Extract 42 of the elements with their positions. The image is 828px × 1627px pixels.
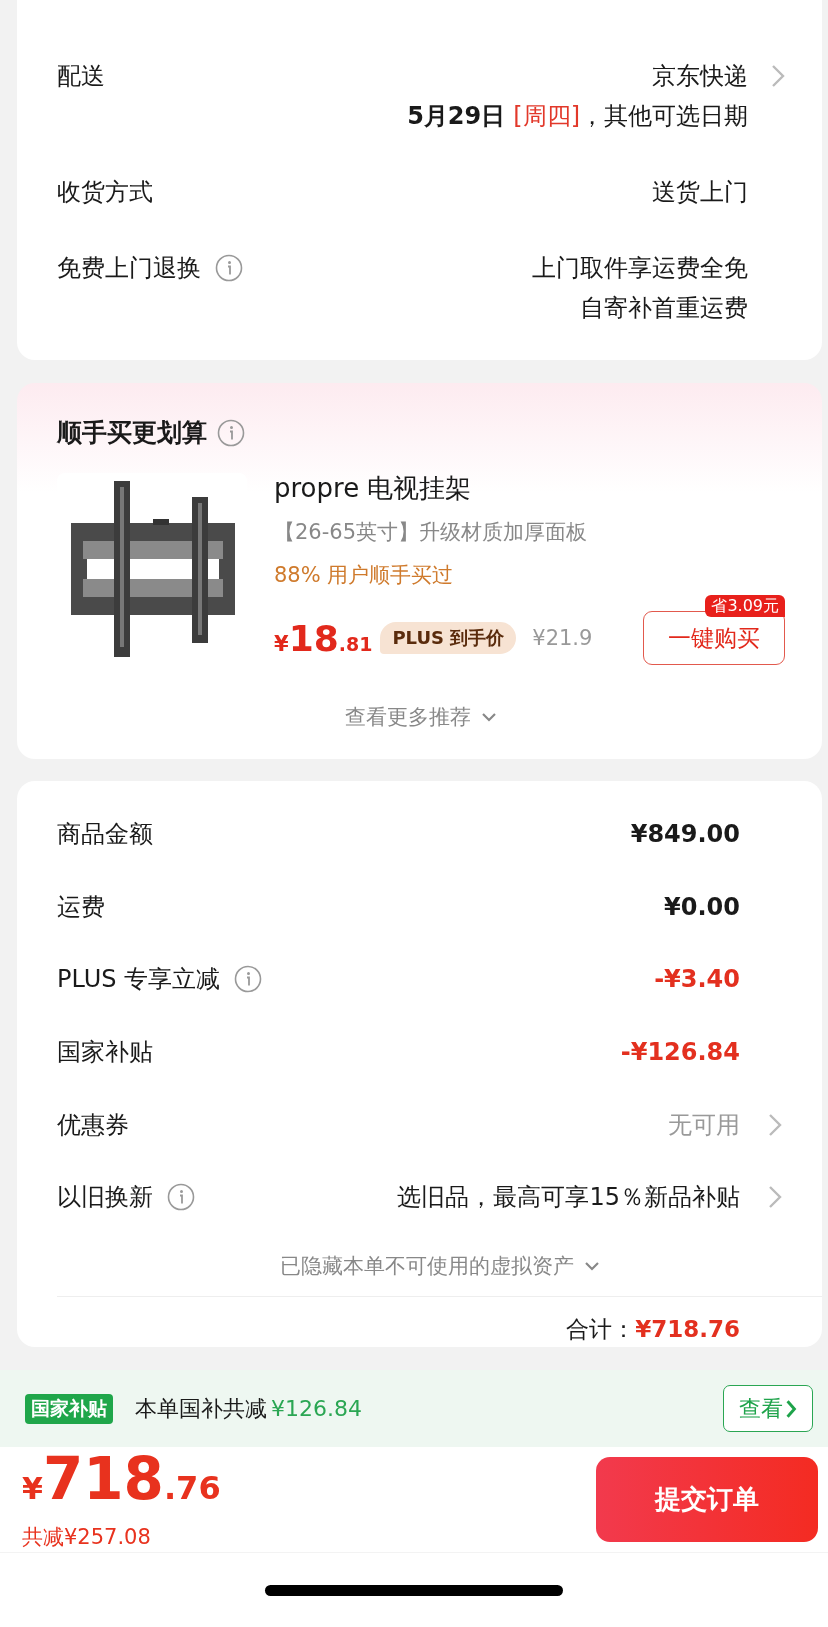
view-button[interactable]: 查看	[723, 1385, 813, 1432]
more-recommendations-link[interactable]: 查看更多推荐	[345, 701, 497, 733]
savings-badge: 省3.09元	[705, 595, 785, 617]
total-savings: 共减¥257.08	[22, 1524, 152, 1550]
hidden-assets-toggle[interactable]: 已隐藏本单不可使用的虚拟资产	[279, 1249, 600, 1282]
chevron-down-icon	[583, 1260, 600, 1271]
total-label: 合计：	[566, 1314, 636, 1344]
row-label: 商品金额	[57, 819, 153, 851]
row-label: PLUS 专享立减	[57, 964, 221, 996]
subsidy-text: 本单国补共减	[135, 1394, 267, 1423]
plus-price-tag: PLUS 到手价	[380, 622, 517, 654]
row-value: 选旧品，最高可享15％新品补贴	[397, 1182, 740, 1214]
delivery-date: 5月29日 [周四]，其他可选日期	[407, 101, 748, 132]
purchase-stat: 88% 用户顺手买过	[274, 562, 455, 589]
row-value: 京东快递	[652, 61, 748, 92]
row-label: 以旧换新	[57, 1182, 153, 1214]
subsidy-amount: ¥126.84	[271, 1396, 362, 1421]
row-value: 自寄补首重运费	[580, 293, 748, 324]
row-label: 配送	[57, 61, 105, 92]
total-amount: ¥718.76	[635, 1314, 740, 1344]
row-label: 优惠券	[57, 1109, 129, 1141]
row-value: ¥0.00	[664, 891, 740, 923]
row-label: 免费上门退换	[57, 253, 201, 284]
row-value: 送货上门	[652, 177, 748, 208]
row-label: 运费	[57, 891, 105, 923]
row-label: 收货方式	[57, 177, 153, 208]
product-spec: 【26-65英寸】升级材质加厚面板	[274, 519, 589, 546]
submit-order-button[interactable]: 提交订单	[596, 1457, 818, 1542]
row-value: ¥849.00	[630, 819, 740, 851]
product-price: ¥18.81	[274, 617, 373, 659]
row-label: 国家补贴	[57, 1037, 153, 1069]
chevron-right-icon	[785, 1398, 797, 1419]
product-title: propre 电视挂架	[274, 472, 473, 505]
row-value: 上门取件享运费全免	[532, 253, 748, 284]
section-title: 顺手买更划算	[57, 417, 207, 449]
chevron-down-icon	[481, 712, 497, 722]
total-price: ¥718.76	[22, 1449, 221, 1515]
original-price: ¥21.9	[532, 626, 593, 650]
row-value: 无可用	[668, 1109, 740, 1141]
subsidy-badge: 国家补贴	[25, 1393, 113, 1424]
row-value: -¥126.84	[620, 1037, 740, 1069]
row-value: -¥3.40	[654, 964, 740, 996]
